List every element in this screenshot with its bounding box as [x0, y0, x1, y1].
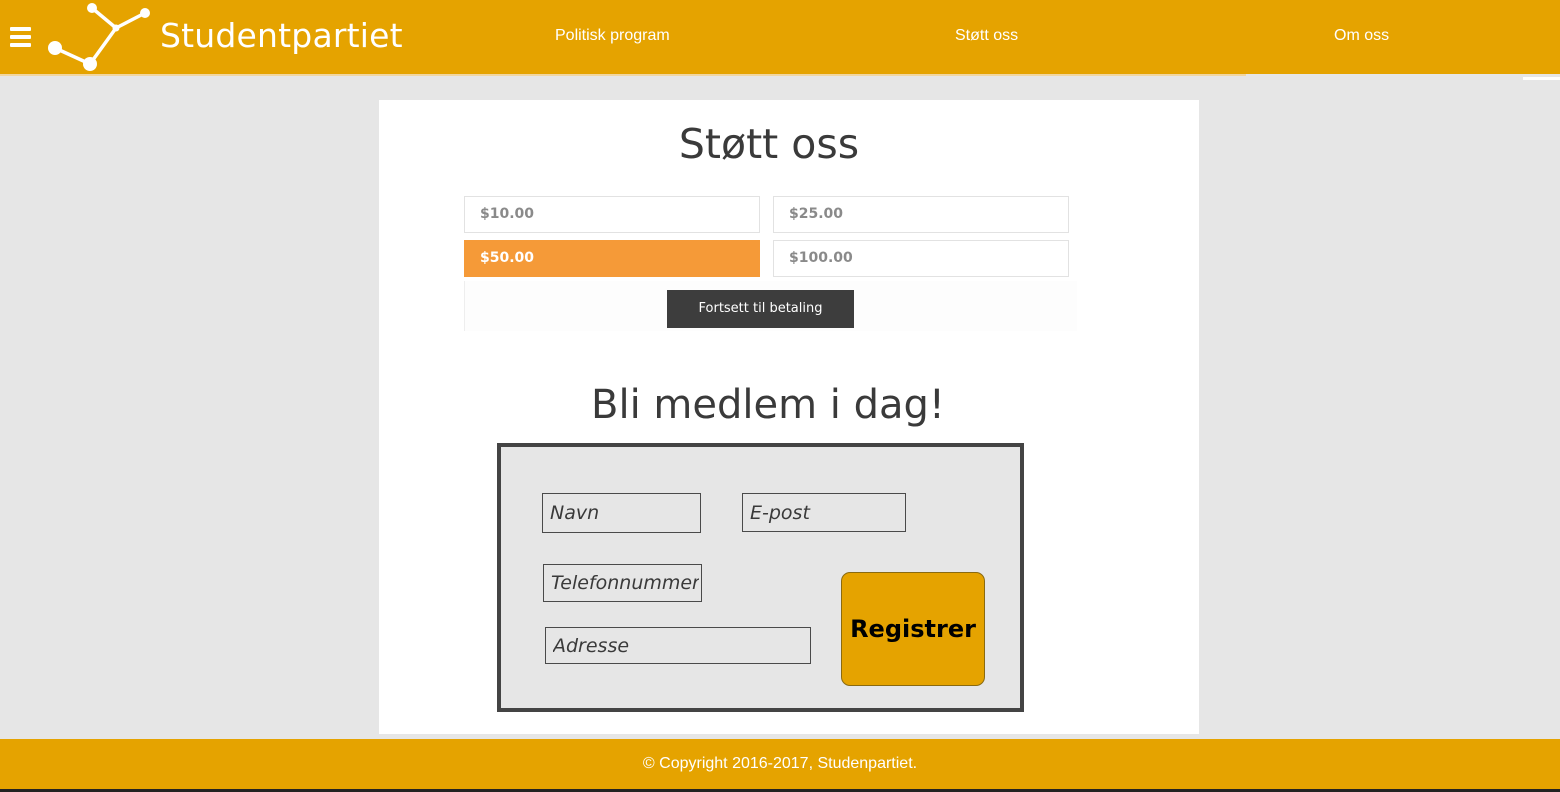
amount-option-50-selected[interactable]: $50.00	[464, 240, 760, 277]
footer: © Copyright 2016-2017, Studenpartiet.	[0, 739, 1560, 789]
network-nodes-logo-icon[interactable]	[42, 0, 152, 74]
header-edge-mark	[1523, 77, 1560, 80]
name-field[interactable]	[542, 493, 701, 533]
phone-field[interactable]	[543, 564, 702, 602]
nav-link-stott-oss[interactable]: Støtt oss	[955, 27, 1018, 45]
email-field[interactable]	[742, 493, 906, 532]
register-button[interactable]: Registrer	[841, 572, 985, 686]
amount-option-100[interactable]: $100.00	[773, 240, 1069, 277]
nav-link-om-oss[interactable]: Om oss	[1334, 27, 1389, 45]
nav-link-politisk-program[interactable]: Politisk program	[555, 27, 670, 45]
membership-title: Bli medlem i dag!	[591, 382, 945, 428]
hamburger-menu-icon[interactable]	[10, 27, 31, 47]
amount-option-25[interactable]: $25.00	[773, 196, 1069, 233]
support-title: Støtt oss	[678, 120, 860, 168]
amount-option-10[interactable]: $10.00	[464, 196, 760, 233]
address-field[interactable]	[545, 627, 811, 664]
top-navbar: Studentpartiet Politisk program Støtt os…	[0, 0, 1560, 74]
continue-to-payment-button[interactable]: Fortsett til betaling	[667, 290, 854, 328]
copyright-text: © Copyright 2016-2017, Studenpartiet.	[642, 755, 918, 772]
brand-name[interactable]: Studentpartiet	[160, 16, 403, 55]
header-underline	[0, 74, 1246, 76]
